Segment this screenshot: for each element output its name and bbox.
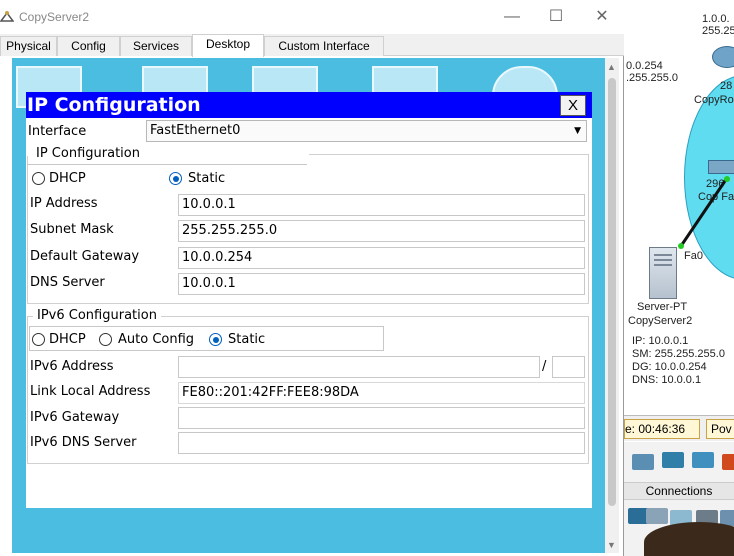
switches-icon[interactable] [662, 452, 684, 468]
power-cycle-button[interactable]: Pov [706, 419, 734, 439]
connections-icon[interactable] [722, 454, 734, 470]
port-label: Fa0 [684, 250, 703, 262]
subnet-mask-field[interactable]: 255.255.255.0 [178, 220, 585, 242]
tab-desktop[interactable]: Desktop [192, 34, 264, 57]
scroll-up-icon[interactable]: ▲ [607, 62, 616, 72]
ipv6-static-radio[interactable] [209, 333, 222, 346]
scroll-thumb[interactable] [608, 78, 616, 506]
dns-server-field[interactable]: 10.0.0.1 [178, 273, 585, 295]
logical-workspace[interactable]: 1.0.0. 255.25 0.0.254 .255.255.0 28 Copy… [624, 0, 734, 556]
connections-category-label: Connections [624, 482, 734, 500]
server-sm-note: SM: 255.255.255.0 [632, 348, 725, 360]
link-local-label: Link Local Address [30, 384, 151, 399]
interface-label: Interface [28, 124, 87, 139]
wireless-icon[interactable] [692, 452, 714, 468]
ipv6-auto-config-radio[interactable] [99, 333, 112, 346]
tab-config[interactable]: Config [57, 36, 120, 56]
ipv6-static-label: Static [228, 332, 266, 347]
interface-select[interactable]: FastEthernet0 ▼ [146, 120, 587, 142]
cable-line [679, 177, 729, 247]
ip-config-title: IP Configuration [27, 94, 201, 116]
server-type-label: Server-PT [637, 301, 688, 313]
network-devices-icon[interactable] [632, 454, 654, 470]
server-name-label: CopyServer2 [628, 315, 693, 327]
minimize-button[interactable]: — [497, 5, 527, 29]
time-display: e: 00:46:36 [624, 419, 700, 439]
interface-value: FastEthernet0 [150, 123, 241, 138]
subnet-mask-label: Subnet Mask [30, 222, 114, 237]
scroll-down-icon[interactable]: ▼ [607, 540, 616, 550]
server-dg-note: DG: 10.0.0.254 [632, 361, 707, 373]
static-label: Static [188, 171, 226, 186]
server-ip-note: IP: 10.0.0.1 [632, 335, 689, 347]
ip-configuration-panel: IP Configuration X Interface FastEtherne… [26, 92, 592, 508]
chevron-down-icon: ▼ [574, 126, 581, 136]
ipv6-auto-config-label: Auto Config [118, 332, 195, 347]
static-radio[interactable] [169, 172, 182, 185]
ipv6-gateway-label: IPv6 Gateway [30, 410, 120, 425]
window-title: CopyServer2 [19, 10, 90, 24]
link-local-field[interactable]: FE80::201:42FF:FEE8:98DA [178, 382, 585, 404]
ipv4-group-title: IP Configuration [32, 146, 144, 161]
dhcp-radio[interactable] [32, 172, 45, 185]
server-icon[interactable] [649, 247, 677, 299]
realtime-bar: e: 00:46:36 Pov [624, 415, 734, 441]
ip-address-field[interactable]: 10.0.0.1 [178, 194, 585, 216]
link-status-dot [678, 243, 684, 249]
ipv6-gateway-field[interactable] [178, 407, 585, 429]
link-status-dot [724, 176, 730, 182]
group-header-line [27, 164, 307, 165]
tab-services[interactable]: Services [120, 36, 192, 56]
maximize-button[interactable]: ☐ [541, 5, 571, 29]
ipv6-group-title: IPv6 Configuration [33, 308, 161, 323]
prefix-separator: / [542, 359, 547, 374]
ip-config-close-button[interactable]: X [560, 95, 586, 116]
title-bar[interactable]: CopyServer2 — ☐ ✕ [0, 0, 624, 34]
close-window-button[interactable]: ✕ [587, 5, 617, 29]
dns-server-label: DNS Server [30, 275, 105, 290]
ipv6-dhcp-label: DHCP [49, 332, 86, 347]
default-gateway-field[interactable]: 10.0.0.254 [178, 247, 585, 269]
ipv6-dns-field[interactable] [178, 432, 585, 454]
scrollbar[interactable]: ▲ ▼ [605, 58, 619, 553]
default-gateway-label: Default Gateway [30, 249, 140, 264]
ipv6-address-field[interactable] [178, 356, 540, 378]
ipv6-dhcp-radio[interactable] [32, 333, 45, 346]
server-dns-note: DNS: 10.0.0.1 [632, 374, 702, 386]
server-device-icon[interactable] [646, 508, 668, 524]
ipv6-dns-label: IPv6 DNS Server [30, 435, 137, 450]
ipv6-prefix-field[interactable] [552, 356, 585, 378]
ip-config-header: IP Configuration X [26, 92, 592, 118]
tab-custom-interface[interactable]: Custom Interface [264, 36, 384, 56]
device-window: CopyServer2 — ☐ ✕ Physical Config Servic… [0, 0, 624, 556]
dhcp-label: DHCP [49, 171, 86, 186]
tab-bar: Physical Config Services Desktop Custom … [0, 34, 624, 57]
tab-physical[interactable]: Physical [0, 36, 57, 56]
ip-address-label: IP Address [30, 196, 98, 211]
app-icon [0, 11, 14, 22]
ipv6-address-label: IPv6 Address [30, 359, 114, 374]
